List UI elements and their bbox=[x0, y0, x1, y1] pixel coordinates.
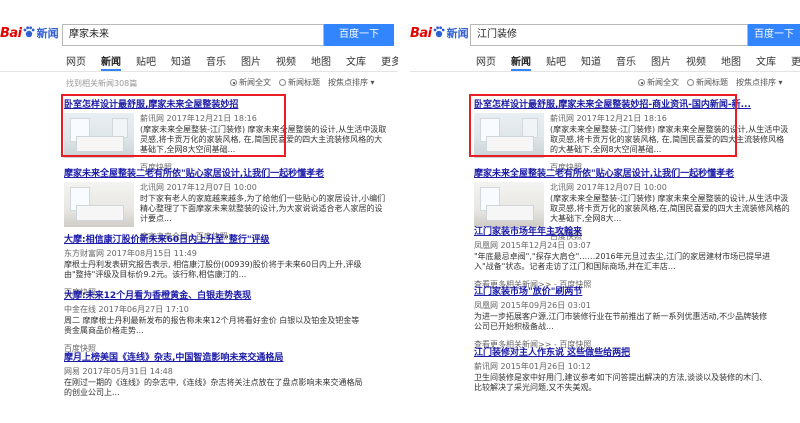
tab-more[interactable]: 更多» bbox=[381, 53, 398, 71]
tab-music[interactable]: 音乐 bbox=[206, 53, 226, 71]
tab-map[interactable]: 地图 bbox=[311, 53, 331, 71]
result-source: 网易 2017年05月31日 14:48 bbox=[64, 367, 173, 376]
result-title-link[interactable]: 大摩:相信康汀股价新未来60日内上升至"整行"评级 bbox=[64, 232, 394, 245]
left-screenshot: Bai 新闻 摩家未来 百度一下 网页 新闻 贴吧 知道 音乐 图片 视频 地图… bbox=[0, 0, 398, 423]
option-full-text[interactable]: 新闻全文 bbox=[638, 77, 679, 88]
tab-map[interactable]: 地图 bbox=[721, 53, 741, 71]
result-item: 大摩:未来12个月看为香橙黄金、白银走势表现 中金在线 2017年06月27日 … bbox=[64, 288, 394, 355]
tab-images[interactable]: 图片 bbox=[651, 53, 671, 71]
logo-news-text: 新闻 bbox=[36, 27, 59, 40]
radio-icon bbox=[687, 79, 694, 86]
paw-icon bbox=[433, 26, 445, 38]
tab-zhidao[interactable]: 知道 bbox=[581, 53, 601, 71]
result-snippet: 周二 摩摩根士丹利最新发布的报告称未来12个月将看好金价 白银以及铂金及钯金等贵… bbox=[64, 316, 360, 335]
result-snippet: (摩家未来全屋整装-江门装修) 摩家未来全屋整装的设计,从生活中汲取灵感,将卡贡… bbox=[550, 194, 790, 223]
result-thumbnail[interactable] bbox=[64, 182, 134, 227]
option-full-text[interactable]: 新闻全文 bbox=[230, 77, 271, 88]
tab-video[interactable]: 视频 bbox=[686, 53, 706, 71]
logo-news-text: 新闻 bbox=[446, 27, 469, 40]
result-snippet: 在刚过一期的《连线》的杂志中,《连线》杂志将关注点放在了盘点影响未来交通格局的创… bbox=[64, 378, 363, 397]
search-input-value: 摩家未来 bbox=[69, 29, 109, 40]
result-title-link[interactable]: 大摩:未来12个月看为香橙黄金、白银走势表现 bbox=[64, 288, 394, 301]
search-options: 新闻全文 新闻标题 按焦点排序 ▾ bbox=[638, 77, 783, 88]
search-input[interactable]: 摩家未来 bbox=[62, 24, 324, 46]
tab-images[interactable]: 图片 bbox=[241, 53, 261, 71]
search-button[interactable]: 百度一下 bbox=[324, 24, 394, 46]
tab-tieba[interactable]: 贴吧 bbox=[546, 53, 566, 71]
result-title-link[interactable]: 江门装修对主人作东说 这些做些给两把 bbox=[474, 345, 794, 358]
sort-dropdown[interactable]: 按焦点排序 ▾ bbox=[328, 77, 375, 88]
tab-divider bbox=[0, 71, 398, 72]
result-snippet: 摩根士丹利发表研究报告表示, 相信康汀股份(00939)股价将于未来60日内上升… bbox=[64, 260, 362, 279]
result-source: 北讯网 2017年12月07日 10:00 bbox=[140, 183, 257, 192]
tab-wenku[interactable]: 文库 bbox=[346, 53, 366, 71]
paw-icon bbox=[23, 26, 35, 38]
sort-dropdown[interactable]: 按焦点排序 ▾ bbox=[736, 77, 783, 88]
result-title-link[interactable]: 摩月上榜美国《连线》杂志,中国智造影响未来交通格局 bbox=[64, 350, 394, 363]
radio-selected-icon bbox=[230, 79, 237, 86]
result-item: 摩月上榜美国《连线》杂志,中国智造影响未来交通格局 网易 2017年05月31日… bbox=[64, 350, 394, 398]
baidu-news-logo[interactable]: Bai 新闻 bbox=[410, 22, 469, 44]
option-title-only[interactable]: 新闻标题 bbox=[279, 77, 320, 88]
result-item: 江门装修对主人作东说 这些做些给两把 薪讯网 2015年01月26日 10:12… bbox=[474, 345, 794, 393]
result-count: 找到相关新闻308篇 bbox=[66, 79, 138, 88]
tab-wenku[interactable]: 文库 bbox=[756, 53, 776, 71]
tab-zhidao[interactable]: 知道 bbox=[171, 53, 191, 71]
right-screenshot: Bai 新闻 江门装修 百度一下 网页 新闻 贴吧 知道 音乐 图片 视频 地图… bbox=[410, 0, 800, 423]
tab-divider bbox=[410, 71, 800, 72]
logo-text: Bai bbox=[0, 25, 22, 41]
tab-video[interactable]: 视频 bbox=[276, 53, 296, 71]
radio-selected-icon bbox=[638, 79, 645, 86]
result-title-link[interactable]: 江门家装市场"放价"刷两节 bbox=[474, 284, 794, 297]
result-source: 凤凰网 2015年12月24日 03:07 bbox=[474, 241, 591, 250]
result-source: 东方财富网 2017年08月15日 11:49 bbox=[64, 249, 197, 258]
result-source: 北讯网 2017年12月07日 10:00 bbox=[550, 183, 667, 192]
red-highlight-box bbox=[61, 94, 286, 157]
result-thumbnail[interactable] bbox=[474, 182, 544, 227]
tab-web[interactable]: 网页 bbox=[66, 53, 86, 71]
tab-news[interactable]: 新闻 bbox=[101, 53, 121, 71]
baidu-news-logo[interactable]: Bai 新闻 bbox=[0, 22, 59, 44]
result-snippet: 时下家有老人的家庭越来越多,为了给他们一些贴心的家居设计,小编们精心整理了下面摩… bbox=[140, 194, 386, 223]
tab-web[interactable]: 网页 bbox=[476, 53, 496, 71]
option-title-only[interactable]: 新闻标题 bbox=[687, 77, 728, 88]
result-source: 凤凰网 2015年09月26日 03:01 bbox=[474, 301, 591, 310]
search-options: 新闻全文 新闻标题 按焦点排序 ▾ bbox=[230, 77, 375, 88]
logo-text: Bai bbox=[410, 25, 432, 41]
result-item: 江门家装市场"放价"刷两节 凤凰网 2015年09月26日 03:01 为进一步… bbox=[474, 284, 794, 351]
tab-music[interactable]: 音乐 bbox=[616, 53, 636, 71]
result-source: 中金在线 2017年06月27日 17:10 bbox=[64, 305, 189, 314]
search-button[interactable]: 百度一下 bbox=[748, 24, 800, 46]
tab-news[interactable]: 新闻 bbox=[511, 53, 531, 71]
result-item: 江门家装市场年年主攻翰来 凤凰网 2015年12月24日 03:07 "年底最忌… bbox=[474, 224, 794, 291]
result-title-link[interactable]: 摩家未来全屋整装二老有所依"贴心家居设计,让我们一起秒懂孝老 bbox=[474, 166, 794, 179]
result-snippet: "年底最忌卓阀","探存大肩仓"……2016年元旦过去尘,江门的家居建材市场已提… bbox=[474, 252, 771, 271]
result-source: 薪讯网 2015年01月26日 10:12 bbox=[474, 362, 591, 371]
tab-more[interactable]: 更多» bbox=[791, 53, 800, 71]
result-title-link[interactable]: 摩家未来全屋整装二老有所依"贴心家居设计,让我们一起秒懂孝老 bbox=[64, 166, 394, 179]
nav-tabs: 网页 新闻 贴吧 知道 音乐 图片 视频 地图 文库 更多» bbox=[66, 53, 398, 71]
result-snippet: 为进一步拓展客户源,江门市装修行业在节前推出了新一系列优惠活动,不少品牌装修公司… bbox=[474, 312, 768, 331]
result-snippet: 卫生间装修是家中好用门,建议参考如下问答提出解决的方法,谈谈以及装修的木门、比较… bbox=[474, 373, 768, 392]
red-highlight-box bbox=[469, 94, 737, 157]
search-input[interactable]: 江门装修 bbox=[470, 24, 748, 46]
nav-tabs: 网页 新闻 贴吧 知道 音乐 图片 视频 地图 文库 更多» bbox=[476, 53, 800, 71]
tab-tieba[interactable]: 贴吧 bbox=[136, 53, 156, 71]
search-input-value: 江门装修 bbox=[477, 29, 517, 40]
radio-icon bbox=[279, 79, 286, 86]
result-title-link[interactable]: 江门家装市场年年主攻翰来 bbox=[474, 224, 794, 237]
